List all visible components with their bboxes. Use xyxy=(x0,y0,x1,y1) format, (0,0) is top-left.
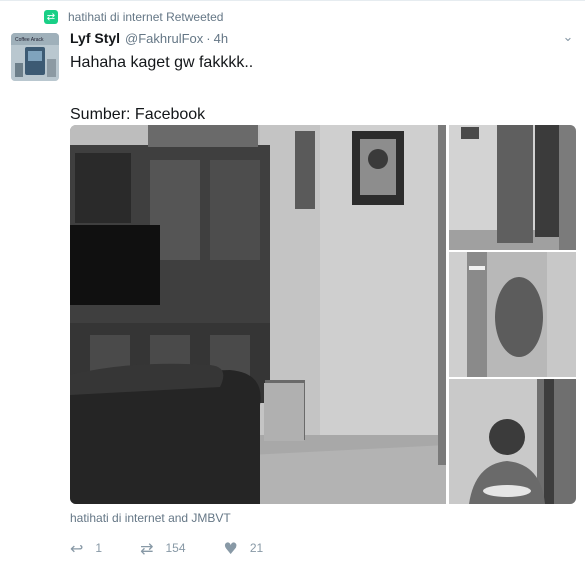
avatar[interactable]: Coffee Arack xyxy=(11,33,59,81)
tweet-header: Lyf Styl @FakhrulFox · 4h xyxy=(70,30,228,46)
photo-living-room[interactable] xyxy=(70,125,446,504)
retweet-context-label[interactable]: hatihati di internet Retweeted xyxy=(68,10,223,24)
reply-count: 1 xyxy=(95,541,103,555)
retweet-icon: ⇄ xyxy=(44,10,58,24)
tweet-blank-line xyxy=(70,76,560,102)
tweet-text: Hahaha kaget gw fakkkk.. Sumber: Faceboo… xyxy=(70,50,560,128)
photo-door[interactable] xyxy=(449,125,576,250)
divider xyxy=(0,0,585,1)
liked-by[interactable]: hatihati di internet and JMBVT xyxy=(70,511,231,525)
avatar-caption: Coffee Arack xyxy=(15,37,44,43)
retweet-count: 154 xyxy=(165,541,186,555)
retweet-context[interactable]: ⇄ hatihati di internet Retweeted xyxy=(44,8,223,26)
separator: · xyxy=(206,31,211,46)
retweet-button[interactable]: ⇄ 154 xyxy=(140,539,185,558)
timestamp[interactable]: 4h xyxy=(214,31,228,46)
user-handle[interactable]: @FakhrulFox xyxy=(125,31,203,46)
display-name[interactable]: Lyf Styl xyxy=(70,30,120,46)
like-button[interactable]: ♥ 21 xyxy=(224,539,264,558)
reply-button[interactable]: ↩ 1 xyxy=(70,539,102,558)
photo-door-shadow[interactable] xyxy=(449,252,576,377)
like-count: 21 xyxy=(249,541,264,555)
photo-boy[interactable] xyxy=(449,379,576,504)
tweet-actions: ↩ 1 ⇄ 154 ♥ 21 xyxy=(70,537,301,559)
reply-icon: ↩ xyxy=(70,538,84,558)
heart-icon: ♥ xyxy=(223,538,238,558)
tweet-line: Hahaha kaget gw fakkkk.. xyxy=(70,54,254,71)
media-grid[interactable] xyxy=(70,125,576,504)
tweet-card[interactable]: ⇄ hatihati di internet Retweeted Coffee … xyxy=(0,0,585,563)
retweet-icon: ⇄ xyxy=(140,538,154,558)
chevron-down-icon[interactable]: ⌄ xyxy=(560,30,576,46)
